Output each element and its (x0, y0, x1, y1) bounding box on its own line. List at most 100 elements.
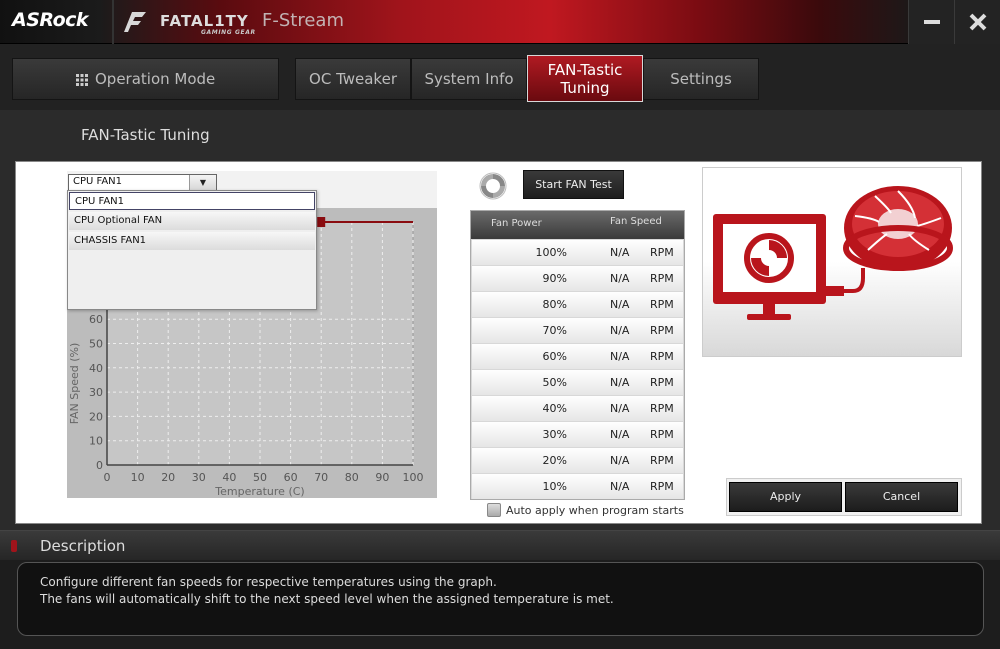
fstream-window: ASRock FATAL1TY GAMING GEAR F-Stream Ope… (0, 0, 1000, 649)
col-fan-speed: Fan Speed (610, 216, 662, 227)
description-marker-icon (11, 540, 17, 552)
auto-apply-checkbox[interactable] (487, 503, 501, 517)
fan-speed-value: N/A (610, 324, 630, 337)
y-tick-label: 40 (89, 362, 103, 375)
fan-illustration (702, 167, 962, 357)
fan-power-value: 50% (542, 376, 567, 389)
title-bar: ASRock FATAL1TY GAMING GEAR F-Stream (0, 0, 1000, 44)
tab-label: System Info (424, 70, 514, 88)
description-line: The fans will automatically shift to the… (40, 592, 614, 606)
fan-speed-unit: RPM (650, 272, 674, 285)
tab-label: FAN-Tastic Tuning (547, 61, 623, 97)
fan-speed-unit: RPM (650, 246, 674, 259)
y-tick-label: 10 (89, 435, 103, 448)
x-tick-label: 80 (345, 471, 359, 484)
y-tick-label: 20 (89, 410, 103, 423)
operation-mode-button[interactable]: Operation Mode (12, 58, 279, 100)
x-tick-label: 30 (192, 471, 206, 484)
fan-power-value: 80% (542, 298, 567, 311)
x-axis-label: Temperature (C) (214, 485, 304, 498)
fan-speed-value: N/A (610, 350, 630, 363)
auto-apply-label: Auto apply when program starts (506, 504, 684, 517)
fan-option-cpu-optional-fan[interactable]: CPU Optional FAN (69, 212, 315, 230)
fan-test-row: 60% N/A RPM (472, 344, 683, 369)
fan-speed-unit: RPM (650, 298, 674, 311)
fan-test-row: 50% N/A RPM (472, 370, 683, 395)
description-area: Description Configure different fan spee… (0, 530, 1000, 649)
fatality-logo-icon (124, 12, 146, 32)
tab-fan-tastic-tuning[interactable]: FAN-Tastic Tuning (527, 55, 643, 102)
x-tick-label: 50 (253, 471, 267, 484)
minimize-icon (924, 20, 940, 24)
description-header: Description (0, 531, 1000, 560)
fan-option-chassis-fan1[interactable]: CHASSIS FAN1 (69, 232, 315, 250)
y-tick-label: 60 (89, 313, 103, 326)
minimize-button[interactable] (908, 0, 954, 44)
asrock-logo: ASRock (12, 9, 89, 31)
x-tick-label: 40 (222, 471, 236, 484)
tab-system-info[interactable]: System Info (411, 58, 527, 100)
fan-speed-unit: RPM (650, 350, 674, 363)
fan-select-dropdown[interactable]: CPU FAN1 ▼ (68, 174, 217, 191)
close-button[interactable] (954, 0, 1000, 44)
dropdown-arrow-icon[interactable]: ▼ (189, 175, 216, 190)
fan-speed-unit: RPM (650, 480, 674, 493)
fan-test-row: 20% N/A RPM (472, 448, 683, 473)
fan-speed-value: N/A (610, 454, 630, 467)
fan-test-row: 100% N/A RPM (472, 240, 683, 265)
y-tick-label: 0 (96, 459, 103, 472)
fan-power-value: 70% (542, 324, 567, 337)
fan-power-value: 100% (535, 246, 567, 259)
apply-button[interactable]: Apply (729, 482, 842, 512)
navigation-bar: Operation Mode OC Tweaker System Info FA… (0, 44, 1000, 110)
tab-label: OC Tweaker (309, 70, 397, 88)
fan-power-value: 90% (542, 272, 567, 285)
start-fan-test-button[interactable]: Start FAN Test (523, 170, 624, 199)
fan-test-row: 10% N/A RPM (472, 474, 683, 499)
fan-speed-value: N/A (610, 246, 630, 259)
fan-speed-unit: RPM (650, 402, 674, 415)
fan-curve-handle[interactable] (317, 217, 326, 227)
close-icon (969, 13, 987, 31)
fan-speed-unit: RPM (650, 324, 674, 337)
fan-power-value: 30% (542, 428, 567, 441)
fan-power-value: 20% (542, 454, 567, 467)
title-divider (112, 0, 114, 44)
cancel-button[interactable]: Cancel (845, 482, 958, 512)
y-tick-label: 50 (89, 338, 103, 351)
fan-power-value: 10% (542, 480, 567, 493)
fan-speed-value: N/A (610, 272, 630, 285)
main-content: FAN-Tastic Tuning 0 10 20 30 40 50 60 70 80 90 100… (0, 110, 1000, 530)
fan-test-row: 80% N/A RPM (472, 292, 683, 317)
action-buttons: Apply Cancel (726, 478, 962, 516)
fan-speed-value: N/A (610, 428, 630, 441)
x-tick-label: 10 (131, 471, 145, 484)
fan-power-value: 60% (542, 350, 567, 363)
fan-spin-icon (479, 172, 507, 200)
tab-label: Settings (670, 70, 732, 88)
page-title: FAN-Tastic Tuning (81, 126, 210, 144)
fan-table-header: Fan Power Fan Speed (471, 211, 684, 239)
y-tick-label: 30 (89, 386, 103, 399)
fan-power-value: 40% (542, 402, 567, 415)
x-tick-label: 100 (403, 471, 424, 484)
description-box: Configure different fan speeds for respe… (17, 562, 984, 636)
tab-oc-tweaker[interactable]: OC Tweaker (295, 58, 411, 100)
fatality-wordmark: FATAL1TY (160, 12, 249, 30)
description-title: Description (40, 537, 126, 555)
fan-option-cpu-fan1[interactable]: CPU FAN1 (69, 192, 315, 210)
fatality-subtitle: GAMING GEAR (201, 29, 256, 36)
y-axis-label: FAN Speed (%) (68, 343, 81, 425)
operation-mode-label: Operation Mode (95, 70, 216, 88)
fan-select-value: CPU FAN1 (73, 176, 123, 187)
description-line: Configure different fan speeds for respe… (40, 575, 497, 589)
fan-test-row: 90% N/A RPM (472, 266, 683, 291)
app-title: F-Stream (262, 10, 344, 31)
fan-speed-value: N/A (610, 480, 630, 493)
fan-speed-value: N/A (610, 376, 630, 389)
fan-speed-value: N/A (610, 402, 630, 415)
x-tick-label: 20 (161, 471, 175, 484)
fan-speed-unit: RPM (650, 428, 674, 441)
fan-test-table: Fan Power Fan Speed 100% N/A RPM 90% N/A RPM 8… (470, 210, 685, 500)
tab-settings[interactable]: Settings (643, 58, 759, 100)
